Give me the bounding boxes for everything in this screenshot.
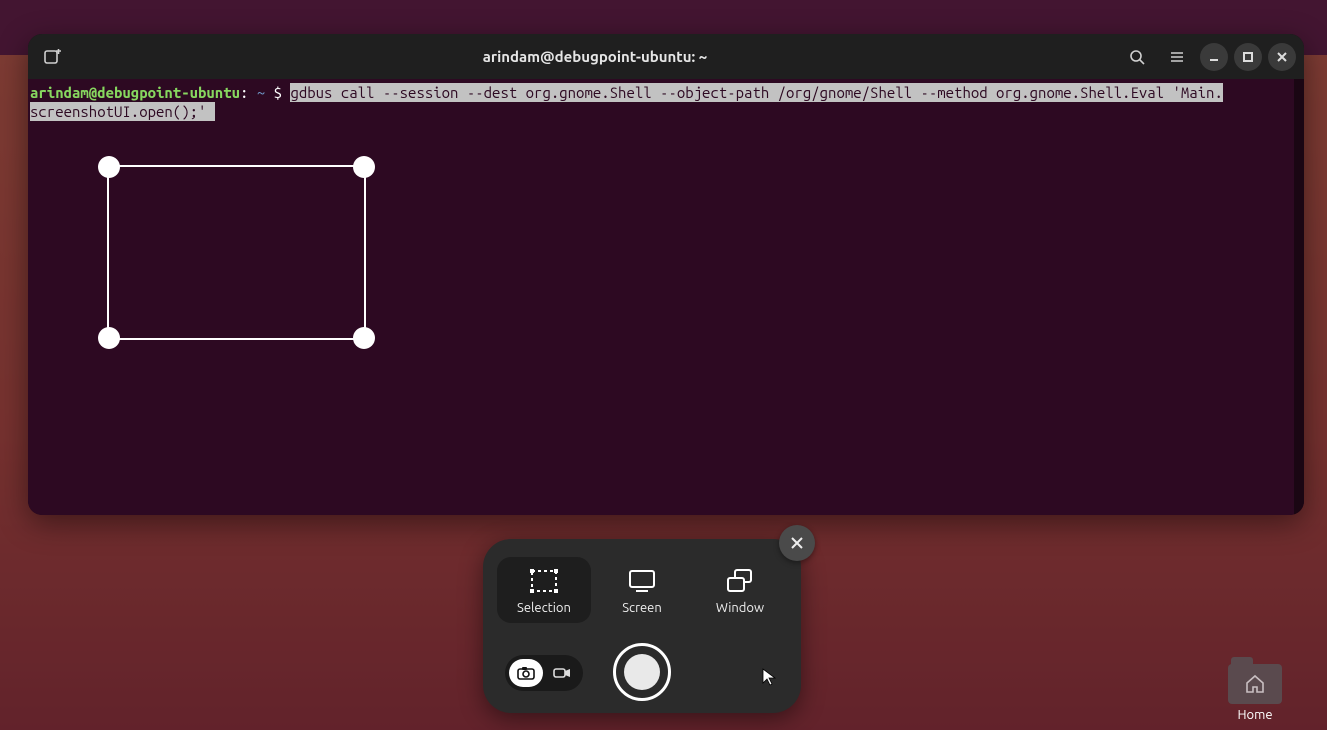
terminal-scrollbar[interactable] — [1294, 79, 1304, 515]
new-tab-button[interactable] — [36, 40, 70, 74]
selection-handle-top-left[interactable] — [98, 156, 120, 178]
close-icon — [1276, 51, 1288, 63]
mode-screen[interactable]: Screen — [595, 557, 689, 623]
screenshot-close-button[interactable] — [779, 525, 815, 561]
mode-selection[interactable]: Selection — [497, 557, 591, 623]
mode-window[interactable]: Window — [693, 557, 787, 623]
capture-button-inner — [624, 654, 660, 690]
mouse-cursor — [762, 668, 776, 690]
prompt-separator: : — [240, 84, 257, 101]
terminal-line: arindam@debugpoint-ubuntu: ~ $ gdbus cal… — [30, 83, 1302, 102]
hamburger-menu-icon — [1169, 49, 1185, 65]
mode-window-label: Window — [695, 601, 785, 615]
mode-selection-label: Selection — [499, 601, 589, 615]
window-title: arindam@debugpoint-ubuntu: ~ — [70, 48, 1120, 65]
screenshot-modes: Selection Screen Window — [483, 539, 801, 623]
terminal-line: screenshotUI.open();' — [30, 102, 1302, 121]
window-icon — [723, 567, 757, 595]
desktop-home-folder[interactable]: Home — [1211, 664, 1299, 722]
screen-icon — [625, 567, 659, 595]
search-icon — [1129, 49, 1145, 65]
close-button[interactable] — [1268, 43, 1296, 71]
menu-button[interactable] — [1160, 40, 1194, 74]
maximize-button[interactable] — [1234, 43, 1262, 71]
selection-handle-bottom-right[interactable] — [353, 327, 375, 349]
minimize-icon — [1208, 51, 1220, 63]
mode-screen-label: Screen — [597, 601, 687, 615]
command-text-1: gdbus call --session --dest org.gnome.Sh… — [290, 83, 1222, 102]
command-text-2: screenshotUI.open();' — [30, 102, 215, 121]
close-icon — [790, 536, 804, 550]
selection-icon — [527, 567, 561, 595]
home-icon — [1244, 674, 1266, 694]
new-tab-icon — [44, 48, 62, 66]
selection-handle-top-right[interactable] — [353, 156, 375, 178]
desktop-icon-label: Home — [1211, 708, 1299, 722]
search-button[interactable] — [1120, 40, 1154, 74]
screenshot-selection-rect[interactable] — [107, 165, 366, 340]
folder-icon — [1228, 664, 1282, 704]
prompt-path: ~ — [257, 84, 265, 101]
prompt-user-host: arindam@debugpoint-ubuntu — [30, 84, 240, 101]
screenshot-panel: Selection Screen Window — [483, 539, 801, 713]
minimize-button[interactable] — [1200, 43, 1228, 71]
window-titlebar[interactable]: arindam@debugpoint-ubuntu: ~ — [28, 34, 1304, 79]
prompt-sigil: $ — [265, 84, 290, 101]
capture-button[interactable] — [613, 643, 671, 701]
maximize-icon — [1242, 51, 1254, 63]
selection-handle-bottom-left[interactable] — [98, 327, 120, 349]
